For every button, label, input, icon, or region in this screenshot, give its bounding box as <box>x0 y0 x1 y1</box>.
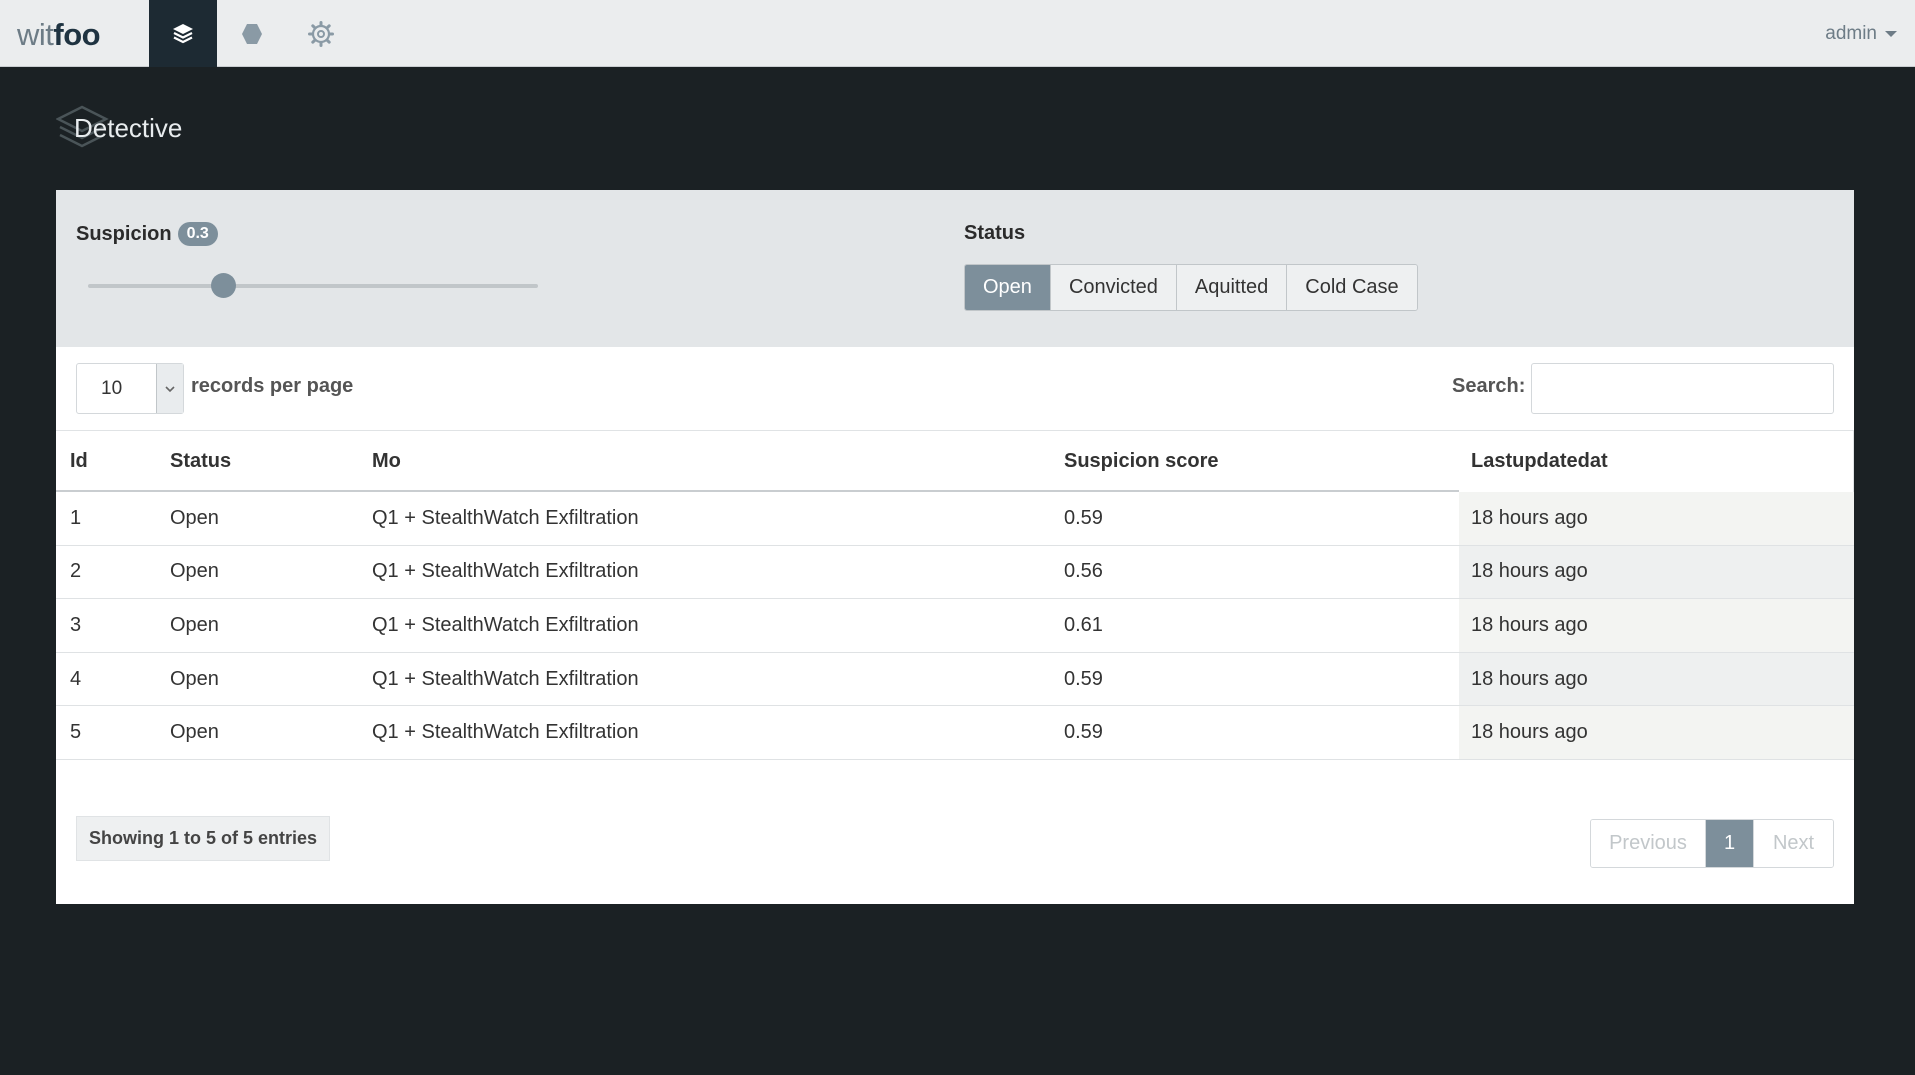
table-row[interactable]: 5 Open Q1 + StealthWatch Exfiltration 0.… <box>56 706 1854 760</box>
table-row[interactable]: 1 Open Q1 + StealthWatch Exfiltration 0.… <box>56 492 1854 546</box>
user-menu[interactable]: admin <box>1825 23 1897 45</box>
cell-mo: Q1 + StealthWatch Exfiltration <box>372 667 639 690</box>
hexagon-icon <box>242 23 262 44</box>
cell-mo: Q1 + StealthWatch Exfiltration <box>372 613 639 636</box>
table-row[interactable]: 2 Open Q1 + StealthWatch Exfiltration 0.… <box>56 545 1854 600</box>
status-button-group: Open Convicted Aquitted Cold Case <box>964 264 1418 311</box>
cell-status: Open <box>170 506 219 529</box>
page-title: Detective <box>56 105 182 151</box>
status-filter-label: Status <box>964 222 1026 244</box>
cell-suspicion-score: 0.59 <box>1064 667 1103 690</box>
records-per-page-value: 10 <box>101 378 123 399</box>
nav-detective[interactable] <box>149 0 217 67</box>
table-row[interactable]: 3 Open Q1 + StealthWatch Exfiltration 0.… <box>56 599 1854 653</box>
table-header: Id Status Mo Suspicion score Lastupdated… <box>56 431 1854 502</box>
cell-id: 1 <box>70 506 82 529</box>
detective-panel: Suspicion 0.3 Status Open Convicted Aqui… <box>56 190 1854 904</box>
column-header-mo[interactable]: Mo <box>372 431 401 492</box>
cell-id: 5 <box>70 721 82 744</box>
next-page-button[interactable]: Next <box>1754 820 1833 867</box>
search-input[interactable] <box>1531 363 1834 414</box>
column-header-lastupdatedat[interactable]: Lastupdatedat <box>1471 431 1675 502</box>
search-label: Search: <box>1452 375 1526 397</box>
status-aquitted-button[interactable]: Aquitted <box>1176 265 1288 310</box>
suspicion-value-badge: 0.3 <box>177 222 218 246</box>
cell-lastupdatedat: 18 hours ago <box>1471 721 1588 744</box>
page-title-text: Detective <box>74 112 183 143</box>
status-cold-case-button[interactable]: Cold Case <box>1287 265 1417 310</box>
chevron-down-icon[interactable] <box>156 364 183 413</box>
table-row[interactable]: 4 Open Q1 + StealthWatch Exfiltration 0.… <box>56 652 1854 707</box>
filter-bar: Suspicion 0.3 Status Open Convicted Aqui… <box>56 190 1854 347</box>
suspicion-slider-handle[interactable] <box>211 273 236 298</box>
cell-id: 2 <box>70 560 82 583</box>
column-header-id[interactable]: Id <box>70 431 88 492</box>
cell-mo: Q1 + StealthWatch Exfiltration <box>372 560 639 583</box>
cell-id: 3 <box>70 613 82 636</box>
cases-table: Id Status Mo Suspicion score Lastupdated… <box>56 430 1854 760</box>
cell-status: Open <box>170 667 219 690</box>
suspicion-slider[interactable] <box>88 273 538 298</box>
column-header-suspicion-score[interactable]: Suspicion score <box>1064 431 1219 492</box>
top-navbar: witfoo admin <box>0 0 1915 67</box>
logo-text-light: wit <box>17 17 54 52</box>
cell-mo: Q1 + StealthWatch Exfiltration <box>372 721 639 744</box>
cell-id: 4 <box>70 667 82 690</box>
cell-mo: Q1 + StealthWatch Exfiltration <box>372 506 639 529</box>
cell-lastupdatedat: 18 hours ago <box>1471 560 1588 583</box>
cell-status: Open <box>170 613 219 636</box>
user-name: admin <box>1825 23 1877 44</box>
status-convicted-button[interactable]: Convicted <box>1050 265 1177 310</box>
cell-suspicion-score: 0.56 <box>1064 560 1103 583</box>
column-header-status[interactable]: Status <box>170 431 231 492</box>
nav-hexagon[interactable] <box>218 0 286 67</box>
logo-text-bold: foo <box>53 17 101 52</box>
cell-lastupdatedat: 18 hours ago <box>1471 613 1588 636</box>
page-1-button[interactable]: 1 <box>1706 820 1754 867</box>
cell-suspicion-score: 0.59 <box>1064 506 1103 529</box>
chevron-down-icon <box>1885 31 1897 37</box>
records-per-page-select[interactable]: 10 <box>76 363 184 414</box>
cell-lastupdatedat: 18 hours ago <box>1471 506 1588 529</box>
table-info: Showing 1 to 5 of 5 entries <box>76 816 331 861</box>
cell-suspicion-score: 0.59 <box>1064 721 1103 744</box>
nav-settings[interactable] <box>287 0 355 67</box>
gear-icon <box>308 20 334 47</box>
pagination: Previous 1 Next <box>1590 819 1834 868</box>
records-per-page-label: records per page <box>191 375 354 397</box>
suspicion-filter-label: Suspicion 0.3 <box>76 222 218 246</box>
suspicion-label: Suspicion <box>76 222 172 245</box>
cell-status: Open <box>170 721 219 744</box>
previous-page-button[interactable]: Previous <box>1591 820 1706 867</box>
witfoo-logo[interactable]: witfoo <box>17 17 101 52</box>
status-open-button[interactable]: Open <box>965 265 1051 310</box>
cell-lastupdatedat: 18 hours ago <box>1471 667 1588 690</box>
cell-suspicion-score: 0.61 <box>1064 613 1103 636</box>
layers-icon <box>173 23 193 43</box>
cell-status: Open <box>170 560 219 583</box>
